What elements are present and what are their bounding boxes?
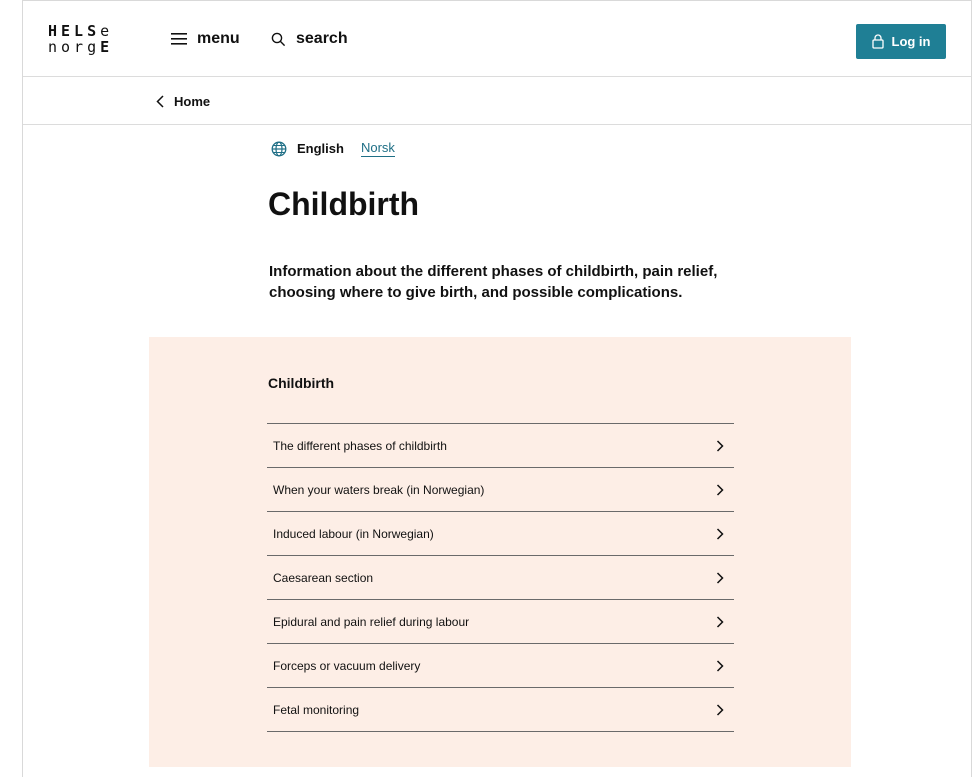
logo-line-1: HELSe xyxy=(48,22,114,40)
topic-link-label: Caesarean section xyxy=(273,570,374,585)
chevron-left-icon xyxy=(156,95,164,108)
topic-link-waters-break[interactable]: When your waters break (in Norwegian) xyxy=(267,468,734,512)
chevron-right-icon xyxy=(716,703,724,716)
language-switcher: English Norsk xyxy=(271,140,395,157)
language-current: English xyxy=(297,141,344,156)
topic-link-label: When your waters break (in Norwegian) xyxy=(273,482,485,497)
chevron-right-icon xyxy=(716,571,724,584)
hamburger-icon xyxy=(171,33,187,45)
login-button[interactable]: Log in xyxy=(856,24,946,59)
topic-link-phases[interactable]: The different phases of childbirth xyxy=(267,424,734,468)
menu-button[interactable]: menu xyxy=(171,30,240,48)
topic-link-forceps[interactable]: Forceps or vacuum delivery xyxy=(267,644,734,688)
logo-line-2: norgE xyxy=(48,38,114,56)
chevron-right-icon xyxy=(716,483,724,496)
chevron-right-icon xyxy=(716,527,724,540)
search-button[interactable]: search xyxy=(271,30,348,48)
topic-link-epidural[interactable]: Epidural and pain relief during labour xyxy=(267,600,734,644)
language-norsk-link[interactable]: Norsk xyxy=(360,140,395,157)
chevron-right-icon xyxy=(716,439,724,452)
breadcrumb-home-label: Home xyxy=(174,94,211,109)
topic-link-label: Fetal monitoring xyxy=(273,702,360,717)
panel-title: Childbirth xyxy=(268,375,335,391)
top-navigation: HELSe norgE menu search Log in xyxy=(23,1,971,77)
lock-icon xyxy=(871,34,884,49)
search-icon xyxy=(271,32,286,46)
topic-link-label: Epidural and pain relief during labour xyxy=(273,614,470,629)
menu-label: menu xyxy=(197,30,240,47)
topic-link-label: The different phases of childbirth xyxy=(273,438,447,453)
topic-panel: Childbirth The different phases of child… xyxy=(149,337,851,767)
topic-link-caesarean[interactable]: Caesarean section xyxy=(267,556,734,600)
chevron-right-icon xyxy=(716,615,724,628)
login-label: Log in xyxy=(891,34,931,49)
topic-link-induced-labour[interactable]: Induced labour (in Norwegian) xyxy=(267,512,734,556)
topic-link-fetal-monitoring[interactable]: Fetal monitoring xyxy=(267,688,734,732)
page-title: Childbirth xyxy=(268,186,420,222)
helsenorge-logo[interactable]: HELSe norgE xyxy=(48,23,113,55)
page-frame: HELSe norgE menu search Log in Home Engl… xyxy=(22,0,972,777)
page-lead: Information about the different phases o… xyxy=(269,263,718,301)
globe-icon xyxy=(271,141,287,156)
breadcrumb-home-link[interactable]: Home xyxy=(156,94,210,109)
topic-link-label: Induced labour (in Norwegian) xyxy=(273,526,434,541)
chevron-right-icon xyxy=(716,659,724,672)
topic-link-label: Forceps or vacuum delivery xyxy=(273,658,421,673)
topic-link-list: The different phases of childbirth When … xyxy=(267,423,734,732)
breadcrumb: Home xyxy=(23,76,971,125)
search-label: search xyxy=(296,30,348,47)
